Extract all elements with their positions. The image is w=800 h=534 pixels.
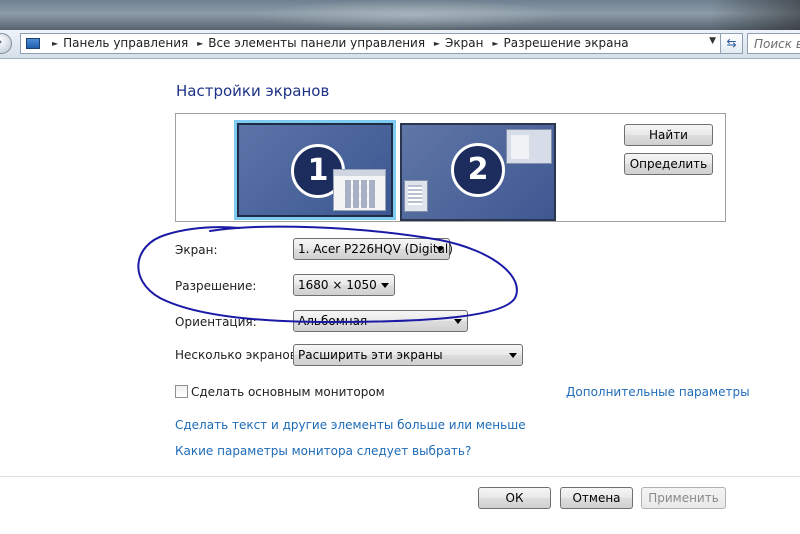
search-placeholder: Поиск в п <box>754 37 800 51</box>
chevron-right-icon[interactable]: ► <box>434 39 440 48</box>
chevron-right-icon[interactable]: ► <box>197 39 203 48</box>
resolution-select[interactable]: 1680 × 1050 <box>293 274 395 296</box>
monitor-2-thumbnail[interactable]: 2 <box>400 123 556 221</box>
display-label: Экран: <box>175 243 218 257</box>
back-button[interactable]: › <box>0 33 12 54</box>
chevron-right-icon[interactable]: ► <box>52 39 58 48</box>
which-settings-link[interactable]: Какие параметры монитора следует выбрать… <box>175 444 471 458</box>
apply-button[interactable]: Применить <box>641 487 726 509</box>
orientation-label: Ориентация: <box>175 315 257 329</box>
breadcrumb-item-control-panel[interactable]: Панель управления <box>63 36 188 50</box>
breadcrumb-item-all-items[interactable]: Все элементы панели управления <box>208 36 425 50</box>
chevron-down-icon <box>436 247 444 252</box>
detect-button[interactable]: Определить <box>624 153 713 175</box>
search-input[interactable]: Поиск в п <box>747 33 800 54</box>
monitor-2-number: 2 <box>451 143 505 197</box>
resolution-select-value: 1680 × 1050 <box>298 278 377 292</box>
window-icon <box>506 129 552 164</box>
footer-divider <box>0 476 800 477</box>
window-icon <box>333 169 386 211</box>
multiple-displays-select[interactable]: Расширить эти экраны <box>293 344 523 366</box>
orientation-select[interactable]: Альбомная <box>293 310 468 332</box>
refresh-button[interactable]: ⇆ <box>721 33 743 54</box>
chevron-down-icon <box>381 283 389 288</box>
ok-button[interactable]: ОК <box>478 487 551 509</box>
identify-button[interactable]: Найти <box>624 124 713 146</box>
text-size-link[interactable]: Сделать текст и другие элементы больше и… <box>175 418 526 432</box>
primary-monitor-checkbox[interactable] <box>175 385 188 398</box>
breadcrumb-item-display[interactable]: Экран <box>445 36 483 50</box>
display-select[interactable]: 1. Acer P226HQV (Digital) <box>293 238 453 260</box>
window-icon <box>404 180 428 212</box>
monitor-preview-area: 1 2 Найти Определить <box>175 113 726 222</box>
window-titlebar <box>0 0 800 30</box>
chevron-down-icon <box>454 319 462 324</box>
address-dropdown-icon[interactable]: ▼ <box>709 36 716 46</box>
navigation-bar: › ► Панель управления ► Все элементы панел… <box>0 30 800 59</box>
breadcrumb: ► Панель управления ► Все элементы панели … <box>47 36 629 50</box>
address-bar[interactable]: ► Панель управления ► Все элементы панели … <box>20 33 721 54</box>
display-select-value: 1. Acer P226HQV (Digital) <box>298 242 453 256</box>
monitor-1-thumbnail[interactable]: 1 <box>237 123 393 217</box>
resolution-label: Разрешение: <box>175 279 257 293</box>
multiple-displays-label: Несколько экранов: <box>175 348 301 362</box>
page-title: Настройки экранов <box>176 82 330 100</box>
multiple-displays-select-value: Расширить эти экраны <box>298 348 443 362</box>
control-panel-icon <box>26 38 40 49</box>
titlebar-glow <box>250 0 570 30</box>
breadcrumb-item-resolution[interactable]: Разрешение экрана <box>503 36 628 50</box>
advanced-settings-link[interactable]: Дополнительные параметры <box>566 385 750 399</box>
chevron-right-icon[interactable]: ► <box>492 39 498 48</box>
primary-monitor-label[interactable]: Сделать основным монитором <box>191 385 385 399</box>
orientation-select-value: Альбомная <box>298 314 368 328</box>
back-arrow-icon: › <box>0 35 2 48</box>
chevron-down-icon <box>509 353 517 358</box>
cancel-button[interactable]: Отмена <box>560 487 633 509</box>
refresh-icon: ⇆ <box>726 36 737 50</box>
titlebar-shade <box>710 0 800 30</box>
